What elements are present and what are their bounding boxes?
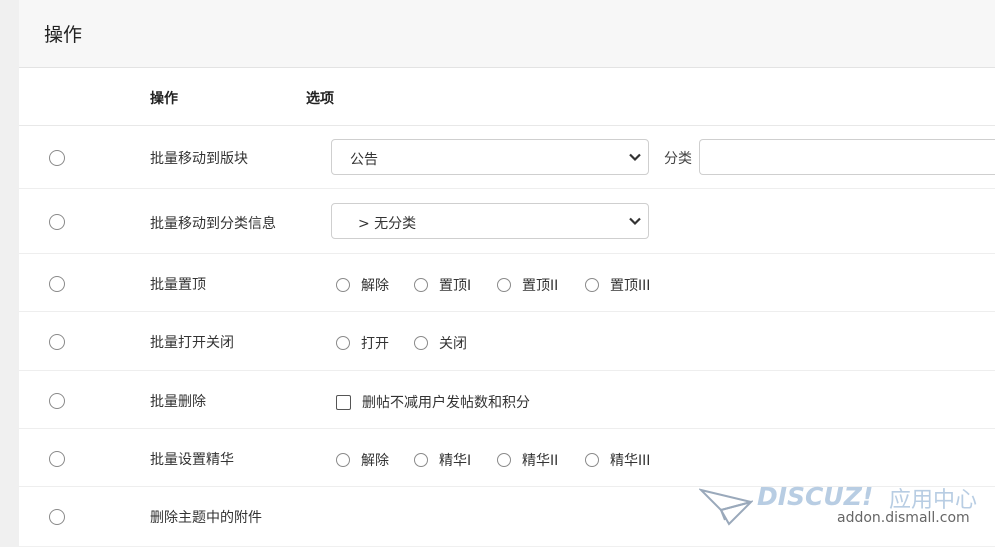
- chevron-down-icon: [629, 153, 641, 162]
- row-select-radio[interactable]: [49, 150, 65, 166]
- radio-icon[interactable]: [585, 278, 599, 292]
- row-select-radio[interactable]: [49, 214, 65, 230]
- panel-header: 操作: [19, 0, 995, 68]
- radio-icon[interactable]: [336, 336, 350, 350]
- category-info-select[interactable]: > 无分类: [331, 203, 649, 239]
- close-option[interactable]: 关闭: [414, 333, 467, 353]
- table-row-move-category: 批量移动到分类信息 > 无分类: [19, 189, 995, 254]
- operations-panel: 操作 操作 选项 批量移动到版块 公告 分类 批量移动到分类信息 > 无分类 批…: [19, 0, 995, 546]
- row-label: 批量删除: [150, 394, 206, 410]
- radio-icon[interactable]: [336, 453, 350, 467]
- table-row-delete: 批量删除 删帖不减用户发帖数和积分: [19, 371, 995, 429]
- watermark-url: addon.dismall.com: [837, 510, 970, 526]
- chevron-down-icon: [629, 217, 641, 226]
- panel-title: 操作: [44, 24, 83, 46]
- forum-select-value: 公告: [350, 152, 378, 168]
- sticky-option-unset[interactable]: 解除: [336, 275, 389, 295]
- watermark-logo: DISCUZ!: [757, 482, 874, 511]
- row-label: 删除主题中的附件: [150, 510, 262, 526]
- table-row-move-forum: 批量移动到版块 公告 分类: [19, 126, 995, 189]
- discuz-watermark: DISCUZ! 应用中心 addon.dismall.com: [699, 482, 979, 530]
- category-info-select-value: > 无分类: [358, 216, 417, 232]
- keep-credits-checkbox[interactable]: 删帖不减用户发帖数和积分: [336, 392, 530, 412]
- row-label: 批量移动到分类信息: [150, 216, 276, 232]
- row-select-radio[interactable]: [49, 509, 65, 525]
- sticky-option-2[interactable]: 置顶II: [497, 275, 558, 295]
- digest-option-2[interactable]: 精华II: [497, 450, 558, 470]
- paper-plane-icon: [699, 488, 753, 526]
- row-label: 批量设置精华: [150, 452, 234, 468]
- row-label: 批量置顶: [150, 277, 206, 293]
- table-row-sticky: 批量置顶 解除 置顶I 置顶II 置顶III: [19, 254, 995, 312]
- row-select-radio[interactable]: [49, 334, 65, 350]
- row-select-radio[interactable]: [49, 393, 65, 409]
- forum-select[interactable]: 公告: [331, 139, 649, 175]
- row-select-radio[interactable]: [49, 276, 65, 292]
- sticky-option-3[interactable]: 置顶III: [585, 275, 650, 295]
- radio-icon[interactable]: [414, 453, 428, 467]
- radio-icon[interactable]: [497, 453, 511, 467]
- table-row-digest: 批量设置精华 解除 精华I 精华II 精华III: [19, 429, 995, 487]
- open-option[interactable]: 打开: [336, 333, 389, 353]
- row-select-radio[interactable]: [49, 451, 65, 467]
- radio-icon[interactable]: [497, 278, 511, 292]
- digest-option-unset[interactable]: 解除: [336, 450, 389, 470]
- checkbox-icon[interactable]: [336, 394, 351, 410]
- row-label: 批量打开关闭: [150, 335, 234, 351]
- digest-option-1[interactable]: 精华I: [414, 450, 471, 470]
- radio-icon[interactable]: [414, 278, 428, 292]
- row-label: 批量移动到版块: [150, 151, 248, 167]
- digest-option-3[interactable]: 精华III: [585, 450, 650, 470]
- table-header: 操作 选项: [19, 68, 995, 126]
- category-input[interactable]: [699, 139, 995, 175]
- category-label: 分类: [664, 151, 692, 167]
- radio-icon[interactable]: [336, 278, 350, 292]
- column-header-operation: 操作: [150, 91, 178, 107]
- radio-icon[interactable]: [585, 453, 599, 467]
- sticky-option-1[interactable]: 置顶I: [414, 275, 471, 295]
- column-header-options: 选项: [306, 91, 334, 107]
- table-row-open-close: 批量打开关闭 打开 关闭: [19, 312, 995, 371]
- radio-icon[interactable]: [414, 336, 428, 350]
